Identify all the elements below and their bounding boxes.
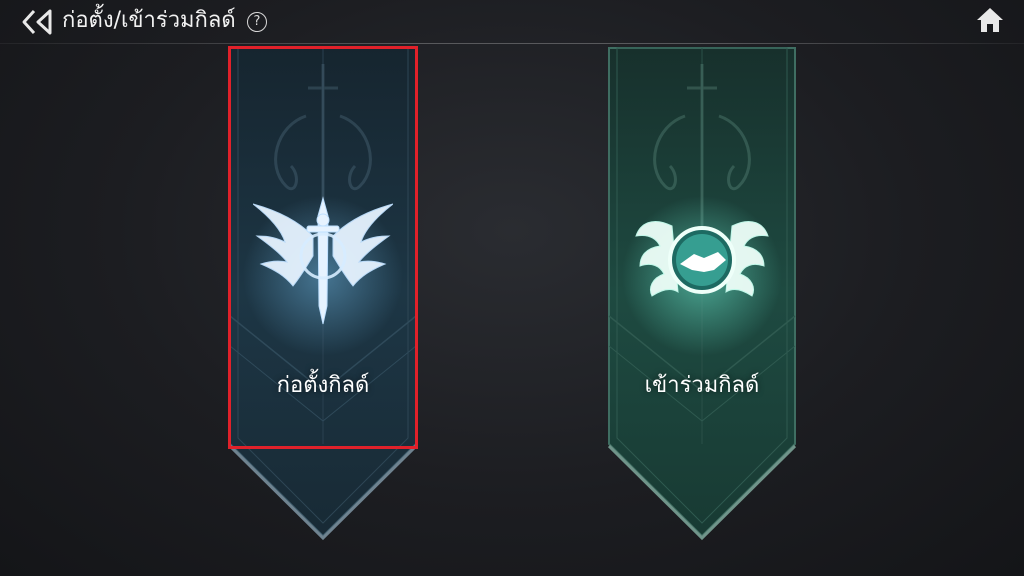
top-bar: ก่อตั้ง/เข้าร่วมกิลด์ ? (0, 0, 1024, 44)
page-title: ก่อตั้ง/เข้าร่วมกิลด์ (62, 8, 236, 33)
double-chevron-left-icon (22, 9, 52, 35)
winged-sword-icon (253, 196, 393, 325)
create-guild-label: ก่อตั้งกิลด์ (276, 373, 370, 398)
home-icon (977, 8, 1003, 32)
back-button[interactable] (20, 8, 54, 36)
join-guild-banner[interactable]: เข้าร่วมกิลด์ (605, 46, 799, 541)
home-button[interactable] (975, 6, 1005, 34)
header-divider (0, 43, 1024, 44)
join-guild-label: เข้าร่วมกิลด์ (644, 373, 760, 398)
help-icon[interactable]: ? (247, 12, 267, 32)
create-guild-banner[interactable]: ก่อตั้งกิลด์ (226, 46, 420, 541)
handshake-wings-icon (635, 221, 769, 297)
